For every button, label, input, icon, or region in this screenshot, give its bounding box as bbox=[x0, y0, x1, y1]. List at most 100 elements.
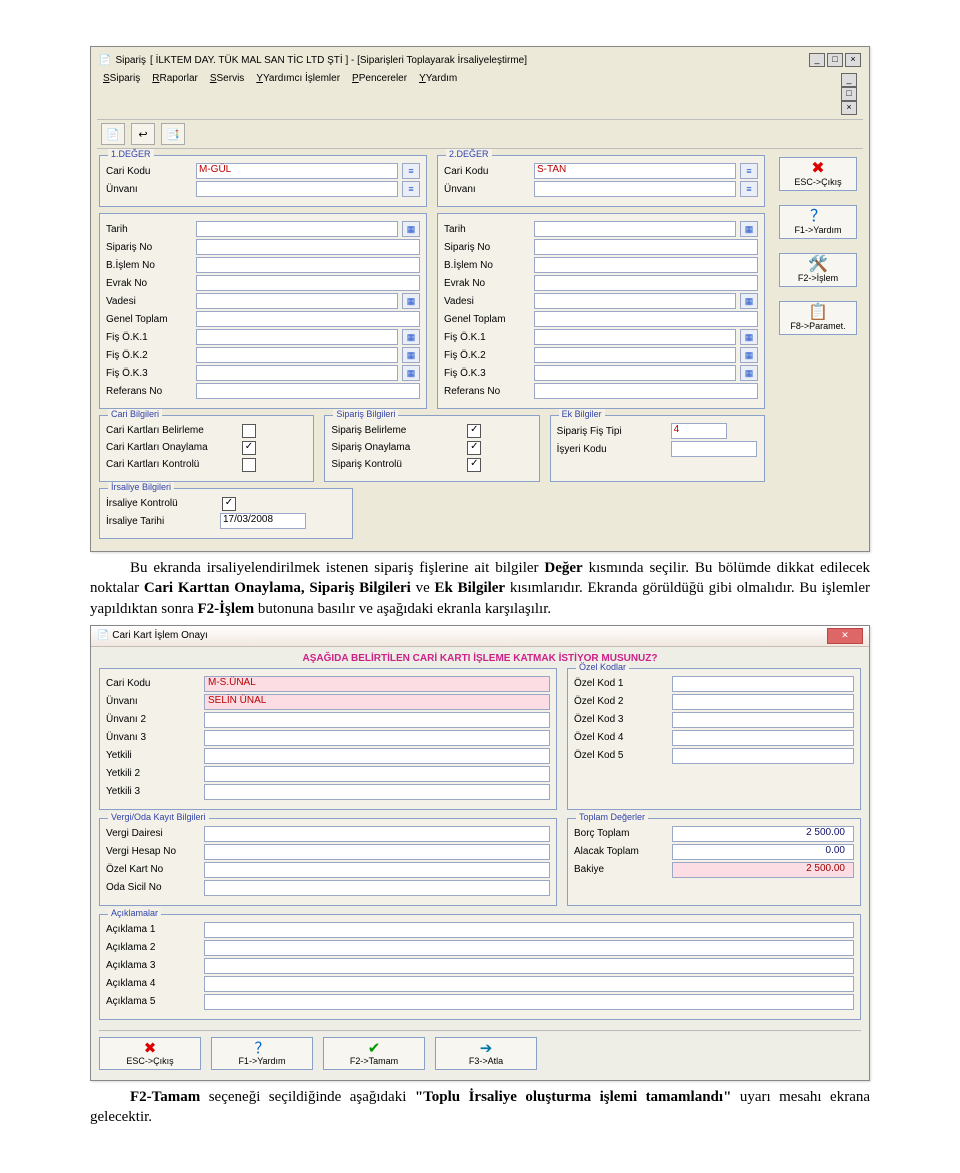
input-evrakno-b[interactable] bbox=[534, 275, 758, 291]
checkbox-sip-kontrolu[interactable]: ✓ bbox=[467, 458, 481, 472]
legend-toplam: Toplam Değerler bbox=[576, 812, 648, 822]
f2-islem-button[interactable]: 🛠️F2->İşlem bbox=[779, 253, 857, 287]
toolbar-button-1[interactable]: 📄 bbox=[101, 123, 125, 145]
input-bislemno-b[interactable] bbox=[534, 257, 758, 273]
input-evrakno-a[interactable] bbox=[196, 275, 420, 291]
checkbox-irsaliye-kontrolu[interactable]: ✓ bbox=[222, 497, 236, 511]
input-unvani-2[interactable] bbox=[534, 181, 736, 197]
input-fisok3-a[interactable] bbox=[196, 365, 398, 381]
lookup-icon[interactable]: ▦ bbox=[740, 347, 758, 363]
input-irsaliye-tarihi[interactable]: 17/03/2008 bbox=[220, 513, 306, 529]
input-fisok2-a[interactable] bbox=[196, 347, 398, 363]
lookup-icon[interactable]: ▦ bbox=[402, 329, 420, 345]
input-ozel5[interactable] bbox=[672, 748, 854, 764]
lookup-icon[interactable]: ▦ bbox=[402, 221, 420, 237]
input-vergi-hesapno[interactable] bbox=[204, 844, 550, 860]
lookup-icon[interactable]: ▦ bbox=[740, 221, 758, 237]
text: seçeneği seçildiğinde aşağıdaki bbox=[200, 1089, 415, 1105]
f2-tamam-button[interactable]: ✔F2->Tamam bbox=[323, 1037, 425, 1070]
menu-yardimci[interactable]: YYardımcı İşlemler bbox=[256, 73, 340, 115]
input-vadesi-b[interactable] bbox=[534, 293, 736, 309]
menu-siparis[interactable]: SSipariş bbox=[103, 73, 140, 115]
child-maximize-button[interactable]: □ bbox=[841, 87, 857, 101]
fieldset-ozel-kodlar: Özel Kodlar Özel Kod 1 Özel Kod 2 Özel K… bbox=[567, 668, 861, 810]
child-minimize-button[interactable]: _ bbox=[841, 73, 857, 87]
child-close-button[interactable]: × bbox=[841, 101, 857, 115]
input-yetkili[interactable] bbox=[204, 748, 550, 764]
checkbox-cari-kontrolu[interactable] bbox=[242, 458, 256, 472]
f8-paramet-button[interactable]: 📋F8->Paramet. bbox=[779, 301, 857, 335]
f3-atla-button[interactable]: ➔F3->Atla bbox=[435, 1037, 537, 1070]
input-fisok1-a[interactable] bbox=[196, 329, 398, 345]
checkbox-cari-belirleme[interactable] bbox=[242, 424, 256, 438]
input-geneltoplam-a[interactable] bbox=[196, 311, 420, 327]
esc-cikis-button[interactable]: ✖ESC->Çıkış bbox=[99, 1037, 201, 1070]
menu-raporlar[interactable]: RRaporlar bbox=[152, 73, 198, 115]
maximize-button[interactable]: □ bbox=[827, 53, 843, 67]
input-fisok2-b[interactable] bbox=[534, 347, 736, 363]
input-ozel2[interactable] bbox=[672, 694, 854, 710]
input-fisok1-b[interactable] bbox=[534, 329, 736, 345]
lookup-icon[interactable]: ≡ bbox=[740, 181, 758, 197]
input-unvani2[interactable] bbox=[204, 712, 550, 728]
input-yetkili2[interactable] bbox=[204, 766, 550, 782]
input-cari-kodu-2[interactable]: S-TAN bbox=[534, 163, 736, 179]
input-referansno-b[interactable] bbox=[534, 383, 758, 399]
label-fisok3-b: Fiş Ö.K.3 bbox=[444, 368, 530, 379]
input-cari-kodu[interactable]: M-S.ÜNAL bbox=[204, 676, 550, 692]
checkbox-cari-onaylama[interactable]: ✓ bbox=[242, 441, 256, 455]
input-tarih-a[interactable] bbox=[196, 221, 398, 237]
input-ozel4[interactable] bbox=[672, 730, 854, 746]
lookup-icon[interactable]: ▦ bbox=[402, 347, 420, 363]
input-oda-sicilno[interactable] bbox=[204, 880, 550, 896]
lookup-icon[interactable]: ≡ bbox=[740, 163, 758, 179]
checkbox-sip-onaylama[interactable]: ✓ bbox=[467, 441, 481, 455]
input-referansno-a[interactable] bbox=[196, 383, 420, 399]
input-unvani[interactable]: SELİN ÜNAL bbox=[204, 694, 550, 710]
input-acik5[interactable] bbox=[204, 994, 854, 1010]
lookup-icon[interactable]: ▦ bbox=[740, 329, 758, 345]
input-geneltoplam-b[interactable] bbox=[534, 311, 758, 327]
input-fisok3-b[interactable] bbox=[534, 365, 736, 381]
f1-yardim-button[interactable]: ？F1->Yardım bbox=[779, 205, 857, 239]
lookup-icon[interactable]: ≡ bbox=[402, 181, 420, 197]
lookup-icon[interactable]: ▦ bbox=[402, 293, 420, 309]
checkbox-sip-belirleme[interactable]: ✓ bbox=[467, 424, 481, 438]
menu-servis[interactable]: SServis bbox=[210, 73, 244, 115]
window-icon: 📄 bbox=[97, 630, 109, 641]
input-cari-kodu-1[interactable]: M-GÜL bbox=[196, 163, 398, 179]
lookup-icon[interactable]: ≡ bbox=[402, 163, 420, 179]
minimize-button[interactable]: _ bbox=[809, 53, 825, 67]
toolbar-button-3[interactable]: 📑 bbox=[161, 123, 185, 145]
input-acik1[interactable] bbox=[204, 922, 854, 938]
input-tarih-b[interactable] bbox=[534, 221, 736, 237]
input-unvani-1[interactable] bbox=[196, 181, 398, 197]
input-ozel-kartno[interactable] bbox=[204, 862, 550, 878]
input-bislemno-a[interactable] bbox=[196, 257, 420, 273]
input-vergi-dairesi[interactable] bbox=[204, 826, 550, 842]
input-ozel1[interactable] bbox=[672, 676, 854, 692]
close-button[interactable]: ✕ bbox=[827, 628, 863, 644]
lookup-icon[interactable]: ▦ bbox=[740, 293, 758, 309]
input-unvani3[interactable] bbox=[204, 730, 550, 746]
input-acik4[interactable] bbox=[204, 976, 854, 992]
input-siparis-fis-tipi[interactable]: 4 bbox=[671, 423, 727, 439]
menu-yardim[interactable]: YYardım bbox=[419, 73, 457, 115]
input-acik2[interactable] bbox=[204, 940, 854, 956]
text-bold: "Toplu İrsaliye oluşturma işlemi tamamla… bbox=[415, 1089, 732, 1105]
lookup-icon[interactable]: ▦ bbox=[740, 365, 758, 381]
input-acik3[interactable] bbox=[204, 958, 854, 974]
input-yetkili3[interactable] bbox=[204, 784, 550, 800]
fieldset-rows-b: Tarih▦ Sipariş No B.İşlem No Evrak No Va… bbox=[437, 213, 765, 409]
lookup-icon[interactable]: ▦ bbox=[402, 365, 420, 381]
input-siparisno-a[interactable] bbox=[196, 239, 420, 255]
esc-cikis-button[interactable]: ✖ESC->Çıkış bbox=[779, 157, 857, 191]
input-ozel3[interactable] bbox=[672, 712, 854, 728]
toolbar-button-2[interactable]: ↩ bbox=[131, 123, 155, 145]
input-isyeri-kodu[interactable] bbox=[671, 441, 757, 457]
input-siparisno-b[interactable] bbox=[534, 239, 758, 255]
menu-pencereler[interactable]: PPencereler bbox=[352, 73, 407, 115]
input-vadesi-a[interactable] bbox=[196, 293, 398, 309]
f1-yardim-button[interactable]: ？F1->Yardım bbox=[211, 1037, 313, 1070]
close-button[interactable]: × bbox=[845, 53, 861, 67]
